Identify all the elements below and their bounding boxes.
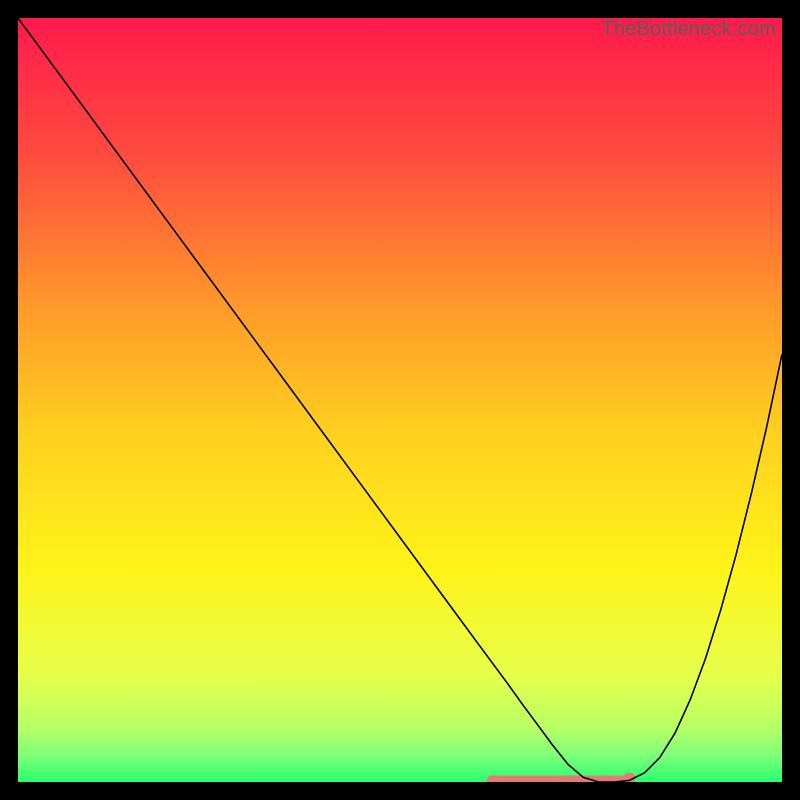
bottleneck-chart <box>18 18 782 782</box>
chart-frame: TheBottleneck.com <box>18 18 782 782</box>
gradient-background <box>18 18 782 782</box>
watermark-text: TheBottleneck.com <box>601 18 776 41</box>
